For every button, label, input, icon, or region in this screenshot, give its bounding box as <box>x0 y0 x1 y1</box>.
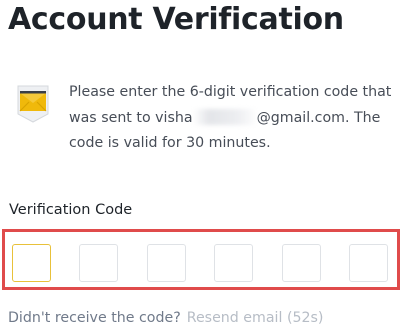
code-digit-3[interactable] <box>147 244 186 282</box>
resend-row: Didn't receive the code? Resend email (52… <box>8 310 323 326</box>
resend-question: Didn't receive the code? <box>8 310 181 326</box>
verification-code-label: Verification Code <box>9 202 133 218</box>
code-digit-5[interactable] <box>282 244 321 282</box>
page-title: Account Verification <box>8 2 344 37</box>
envelope-icon <box>14 84 52 124</box>
verification-message: Please enter the 6-digit verification co… <box>69 80 399 157</box>
code-digit-6[interactable] <box>349 244 388 282</box>
code-digit-4[interactable] <box>214 244 253 282</box>
redacted-email-part <box>193 108 256 125</box>
code-digit-1[interactable] <box>12 244 51 282</box>
verification-code-inputs <box>2 229 400 290</box>
resend-email-link[interactable]: Resend email (52s) <box>187 310 324 326</box>
code-digit-2[interactable] <box>79 244 118 282</box>
